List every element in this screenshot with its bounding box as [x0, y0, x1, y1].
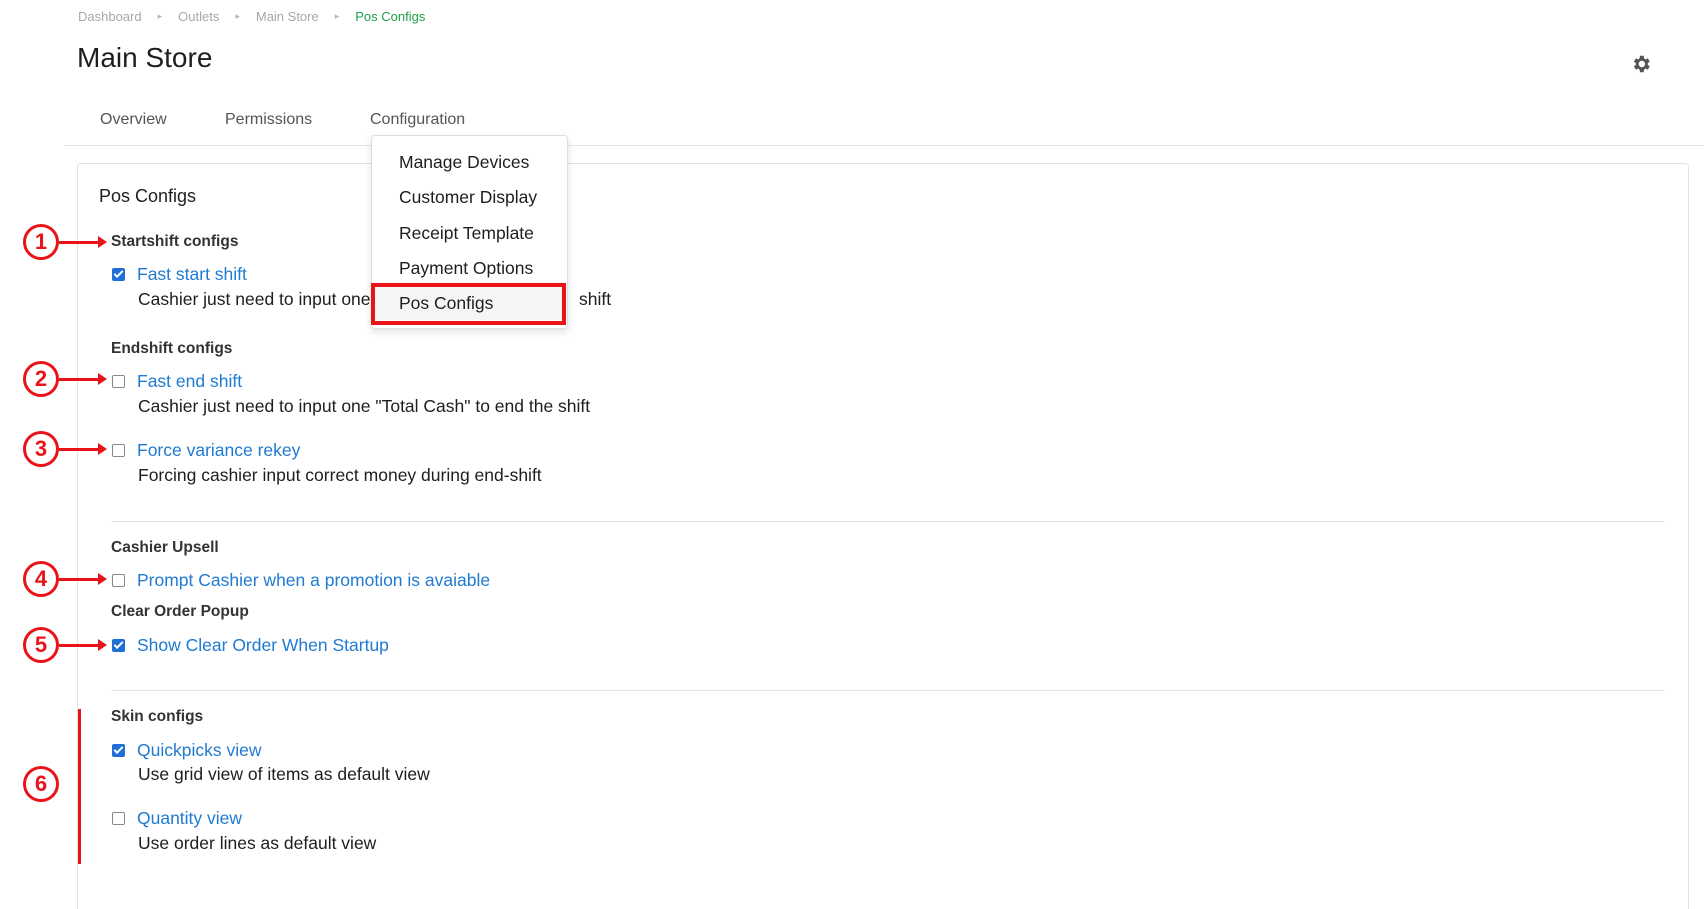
menu-item-customer-display[interactable]: Customer Display	[399, 187, 537, 208]
pos-configs-page: Dashboard ▸ Outlets ▸ Main Store ▸ Pos C…	[0, 0, 1706, 909]
breadcrumb-separator-icon: ▸	[235, 11, 240, 21]
annotation-arrow-icon	[59, 236, 107, 248]
breadcrumb-main-store[interactable]: Main Store	[256, 9, 319, 24]
card-title: Pos Configs	[99, 186, 197, 206]
force-variance-checkbox[interactable]	[112, 444, 125, 457]
annotation-marker-3: 3	[23, 431, 59, 467]
tab-bar: Overview Permissions Configuration	[64, 100, 1704, 146]
annotation-marker-2: 2	[23, 361, 59, 397]
gear-icon[interactable]	[1630, 53, 1652, 75]
quickpicks-view-desc: Use grid view of items as default view	[138, 764, 430, 784]
fast-end-shift-checkbox[interactable]	[112, 375, 125, 388]
fast-end-shift-desc: Cashier just need to input one "Total Ca…	[138, 396, 591, 416]
divider	[111, 521, 1665, 522]
menu-item-receipt-template[interactable]: Receipt Template	[399, 223, 534, 244]
page-title: Main Store	[77, 42, 213, 73]
tab-permissions[interactable]: Permissions	[225, 111, 312, 129]
quantity-view-desc: Use order lines as default view	[138, 833, 377, 853]
show-clear-order-label[interactable]: Show Clear Order When Startup	[137, 635, 389, 656]
startshift-title: Startshift configs	[111, 233, 239, 250]
endshift-title: Endshift configs	[111, 340, 233, 357]
annotation-marker-6: 6	[23, 766, 59, 802]
tab-configuration[interactable]: Configuration	[370, 111, 465, 129]
fast-start-shift-option[interactable]: Fast start shift	[112, 264, 247, 285]
quickpicks-view-checkbox[interactable]	[112, 744, 125, 757]
skin-configs-title: Skin configs	[111, 708, 204, 725]
quickpicks-view-label[interactable]: Quickpicks view	[137, 740, 261, 761]
annotation-arrow-icon	[59, 639, 107, 651]
breadcrumb-separator-icon: ▸	[334, 11, 340, 21]
fast-end-shift-option[interactable]: Fast end shift	[112, 371, 242, 392]
annotation-arrow-icon	[59, 573, 107, 585]
force-variance-desc: Forcing cashier input correct money duri…	[138, 465, 542, 485]
annotation-bracket	[78, 709, 81, 864]
tab-overview[interactable]: Overview	[100, 111, 167, 129]
fast-end-shift-label[interactable]: Fast end shift	[137, 371, 242, 392]
breadcrumb: Dashboard ▸ Outlets ▸ Main Store ▸ Pos C…	[78, 9, 425, 24]
fast-start-shift-label[interactable]: Fast start shift	[137, 264, 247, 285]
force-variance-label[interactable]: Force variance rekey	[137, 440, 300, 461]
fast-start-shift-desc: Cashier just need to input one	[138, 289, 371, 309]
annotation-arrow-icon	[59, 443, 107, 455]
breadcrumb-pos-configs: Pos Configs	[355, 9, 426, 24]
divider	[111, 690, 1665, 691]
annotation-marker-1: 1	[23, 224, 59, 260]
show-clear-order-option[interactable]: Show Clear Order When Startup	[112, 635, 389, 656]
force-variance-option[interactable]: Force variance rekey	[112, 440, 300, 461]
breadcrumb-separator-icon: ▸	[157, 11, 163, 21]
annotation-arrow-icon	[59, 373, 107, 385]
show-clear-order-checkbox[interactable]	[112, 639, 125, 652]
breadcrumb-dashboard[interactable]: Dashboard	[78, 9, 142, 24]
breadcrumb-outlets[interactable]: Outlets	[178, 9, 219, 24]
annotation-marker-5: 5	[23, 627, 59, 663]
fast-start-shift-desc-tail: shift	[579, 289, 612, 309]
pos-configs-card	[77, 163, 1689, 909]
quantity-view-label[interactable]: Quantity view	[137, 808, 242, 829]
menu-item-manage-devices[interactable]: Manage Devices	[399, 152, 529, 173]
menu-item-payment-options[interactable]: Payment Options	[399, 258, 533, 279]
prompt-cashier-option[interactable]: Prompt Cashier when a promotion is avaia…	[112, 570, 490, 591]
clear-order-title: Clear Order Popup	[111, 603, 249, 620]
quantity-view-checkbox[interactable]	[112, 812, 125, 825]
fast-start-shift-checkbox[interactable]	[112, 268, 125, 281]
cashier-upsell-title: Cashier Upsell	[111, 539, 219, 556]
prompt-cashier-checkbox[interactable]	[112, 574, 125, 587]
annotation-marker-4: 4	[23, 561, 59, 597]
prompt-cashier-label[interactable]: Prompt Cashier when a promotion is avaia…	[137, 570, 490, 591]
quickpicks-view-option[interactable]: Quickpicks view	[112, 740, 261, 761]
pos-configs-highlight	[371, 283, 566, 325]
quantity-view-option[interactable]: Quantity view	[112, 808, 242, 829]
